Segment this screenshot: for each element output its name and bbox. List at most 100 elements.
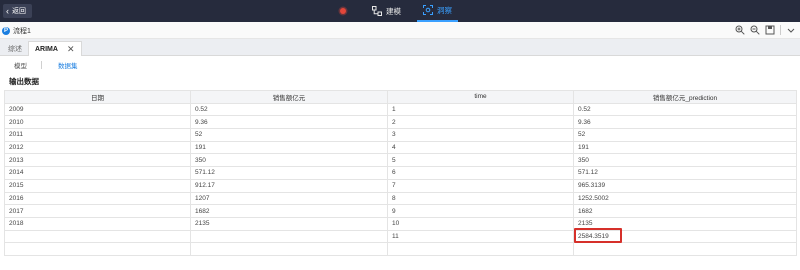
flow-nodes-icon bbox=[372, 6, 382, 16]
table-cell bbox=[190, 229, 388, 244]
table-row: 2018 2135 10 2135 bbox=[4, 216, 797, 231]
cell-value: 1682 bbox=[195, 207, 210, 215]
save-icon[interactable] bbox=[765, 25, 775, 35]
zoom-out-icon[interactable] bbox=[750, 25, 760, 35]
flow-title[interactable]: P 流程1 bbox=[2, 26, 31, 36]
chevron-left-icon: ‹ bbox=[6, 5, 9, 16]
cell-value: 2013 bbox=[9, 156, 24, 164]
table-cell: 2010 bbox=[4, 115, 191, 130]
cell-value: 191 bbox=[578, 144, 589, 152]
column-header-sales[interactable]: 销售额亿元 bbox=[190, 90, 388, 104]
table-row: 2016 1207 8 1252.5002 bbox=[4, 191, 797, 206]
cell-value: 2018 bbox=[9, 220, 24, 228]
tab-insight[interactable]: 洞察 bbox=[417, 0, 458, 22]
back-button[interactable]: ‹ 返回 bbox=[3, 4, 32, 18]
subtab-model[interactable]: 模型 bbox=[0, 60, 27, 70]
table-cell: 11 bbox=[387, 229, 574, 244]
tab-arima-label: ARIMA bbox=[35, 45, 58, 53]
insight-icon bbox=[423, 5, 433, 15]
table-row: 2010 9.36 2 9.36 bbox=[4, 115, 797, 130]
cell-value: 2016 bbox=[9, 194, 24, 202]
cell-value: 3 bbox=[392, 131, 396, 139]
table-header-row: 日期 销售额亿元 time 销售额亿元_prediction bbox=[4, 90, 797, 104]
column-header-time[interactable]: time bbox=[387, 90, 574, 104]
table-cell: 2017 bbox=[4, 204, 191, 218]
table-row: 2012 191 4 191 bbox=[4, 140, 797, 155]
record-indicator-icon bbox=[340, 8, 346, 14]
table-cell bbox=[573, 242, 797, 256]
view-subtabs: 模型 数据集 bbox=[0, 57, 800, 73]
table-cell: 2584.3519 bbox=[573, 227, 797, 244]
cell-value: 571.12 bbox=[195, 169, 215, 177]
table-cell: 6 bbox=[387, 166, 574, 180]
table-cell: 2 bbox=[387, 115, 574, 130]
cell-value: 2009 bbox=[9, 106, 24, 114]
cell-value: 912.17 bbox=[195, 182, 215, 190]
table-cell: 3 bbox=[387, 128, 574, 142]
cell-value: 2010 bbox=[9, 118, 24, 126]
table-cell: 1682 bbox=[573, 204, 797, 218]
table-cell: 1207 bbox=[190, 191, 388, 206]
cell-value: 2012 bbox=[9, 144, 24, 152]
cell-value: 2135 bbox=[578, 220, 593, 228]
table-row: 11 2584.3519 bbox=[4, 227, 797, 244]
top-navigation-bar: ‹ 返回 建模 洞察 bbox=[0, 0, 800, 22]
cell-value: 2014 bbox=[9, 169, 24, 177]
cell-value: 0.52 bbox=[195, 106, 208, 114]
table-cell: 1252.5002 bbox=[573, 191, 797, 206]
tab-overview-label: 综述 bbox=[8, 45, 22, 53]
table-cell: 0.52 bbox=[190, 102, 388, 117]
cell-value: 8 bbox=[392, 194, 396, 202]
table-cell: 350 bbox=[190, 153, 388, 168]
cell-value: 10 bbox=[392, 220, 400, 228]
chevron-down-icon[interactable] bbox=[786, 25, 796, 35]
flow-name-label: 流程1 bbox=[13, 28, 31, 35]
zoom-in-icon[interactable] bbox=[735, 25, 745, 35]
cell-value: 4 bbox=[392, 144, 396, 152]
table-cell: 1 bbox=[387, 102, 574, 117]
close-icon[interactable]: ✕ bbox=[67, 44, 75, 55]
cell-value: 9.36 bbox=[578, 118, 591, 126]
table-row: 2015 912.17 7 965.3139 bbox=[4, 178, 797, 193]
table-cell: 2135 bbox=[190, 216, 388, 231]
tab-modeling[interactable]: 建模 bbox=[366, 0, 407, 22]
table-cell: 350 bbox=[573, 153, 797, 168]
highlighted-prediction-value: 2584.3519 bbox=[574, 227, 622, 243]
column-header-prediction[interactable]: 销售额亿元_prediction bbox=[573, 90, 797, 104]
tab-arima[interactable]: ARIMA ✕ bbox=[28, 41, 82, 56]
table-cell: 9 bbox=[387, 204, 574, 218]
cell-value: 52 bbox=[195, 131, 203, 139]
output-data-table: 日期 销售额亿元 time 销售额亿元_prediction 2009 0.52 1… bbox=[4, 90, 797, 256]
cell-value: 11 bbox=[392, 232, 399, 240]
table-cell bbox=[4, 229, 191, 244]
table-cell: 191 bbox=[573, 140, 797, 155]
highlight-box bbox=[574, 227, 622, 243]
mode-switcher: 建模 洞察 bbox=[340, 0, 458, 22]
table-row: 2011 52 3 52 bbox=[4, 128, 797, 142]
cell-value: 2017 bbox=[9, 207, 24, 215]
table-cell bbox=[190, 242, 388, 256]
table-cell: 4 bbox=[387, 140, 574, 155]
table-cell: 52 bbox=[190, 128, 388, 142]
subtab-dataset[interactable]: 数据集 bbox=[42, 60, 78, 70]
tab-overview[interactable]: 综述 bbox=[2, 41, 28, 56]
cell-value: 571.12 bbox=[578, 169, 598, 177]
table-cell: 2015 bbox=[4, 178, 191, 193]
table-cell: 2016 bbox=[4, 191, 191, 206]
table-cell: 9.36 bbox=[190, 115, 388, 130]
toolbar-tools bbox=[735, 25, 796, 35]
cell-value: 350 bbox=[195, 156, 206, 164]
cell-value: 2011 bbox=[9, 131, 23, 139]
table-row: 2014 571.12 6 571.12 bbox=[4, 166, 797, 180]
table-row: 2017 1682 9 1682 bbox=[4, 204, 797, 218]
table-cell: 1682 bbox=[190, 204, 388, 218]
table-cell: 8 bbox=[387, 191, 574, 206]
cell-value: 6 bbox=[392, 169, 396, 177]
column-header-date[interactable]: 日期 bbox=[4, 90, 191, 104]
cell-value: 2135 bbox=[195, 220, 210, 228]
cell-value: 1207 bbox=[195, 194, 210, 202]
table-cell: 10 bbox=[387, 216, 574, 231]
cell-value: 1682 bbox=[578, 207, 593, 215]
cell-value: 350 bbox=[578, 156, 589, 164]
table-cell bbox=[387, 242, 574, 256]
